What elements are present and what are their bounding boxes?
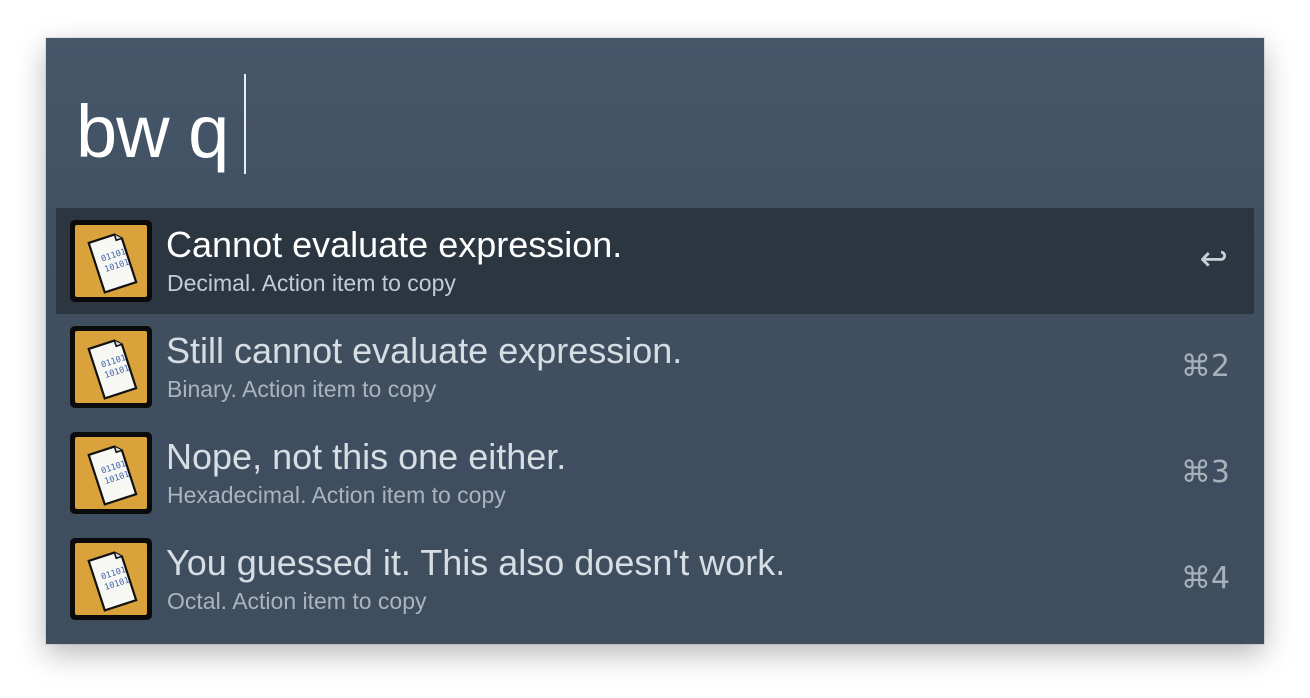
binary-document-icon: 01101 10101	[70, 326, 152, 408]
search-input[interactable]: bw q	[76, 90, 229, 174]
result-item[interactable]: 01101 10101 Cannot evaluate expression. …	[56, 208, 1254, 314]
result-item[interactable]: 01101 10101 Still cannot evaluate expres…	[56, 314, 1254, 420]
result-subtitle: Decimal. Action item to copy	[167, 270, 456, 296]
binary-document-icon: 01101 10101	[70, 538, 152, 620]
result-subtitle: Binary. Action item to copy	[167, 376, 437, 402]
result-title: Still cannot evaluate expression.	[166, 330, 683, 371]
results-list: 01101 10101 Cannot evaluate expression. …	[56, 208, 1254, 632]
shortcut-hint: ⌘2	[1180, 349, 1230, 384]
search-bar[interactable]: bw q	[46, 38, 1264, 208]
launcher-window: bw q 01101 10101 Cannot evaluate express…	[46, 38, 1264, 644]
shortcut-hint: ⌘4	[1180, 561, 1230, 596]
return-key-icon: ↩	[1199, 239, 1229, 279]
result-subtitle: Hexadecimal. Action item to copy	[167, 482, 506, 508]
result-title: Cannot evaluate expression.	[166, 224, 623, 265]
result-item[interactable]: 01101 10101 You guessed it. This also do…	[56, 526, 1254, 632]
text-caret	[244, 74, 246, 174]
result-subtitle: Octal. Action item to copy	[167, 588, 427, 614]
result-title: You guessed it. This also doesn't work.	[166, 542, 786, 583]
shortcut-hint: ⌘3	[1180, 455, 1230, 490]
stage: bw q 01101 10101 Cannot evaluate express…	[0, 0, 1310, 698]
binary-document-icon: 01101 10101	[70, 432, 152, 514]
result-title: Nope, not this one either.	[166, 436, 567, 477]
binary-document-icon: 01101 10101	[70, 220, 152, 302]
result-item[interactable]: 01101 10101 Nope, not this one either. H…	[56, 420, 1254, 526]
